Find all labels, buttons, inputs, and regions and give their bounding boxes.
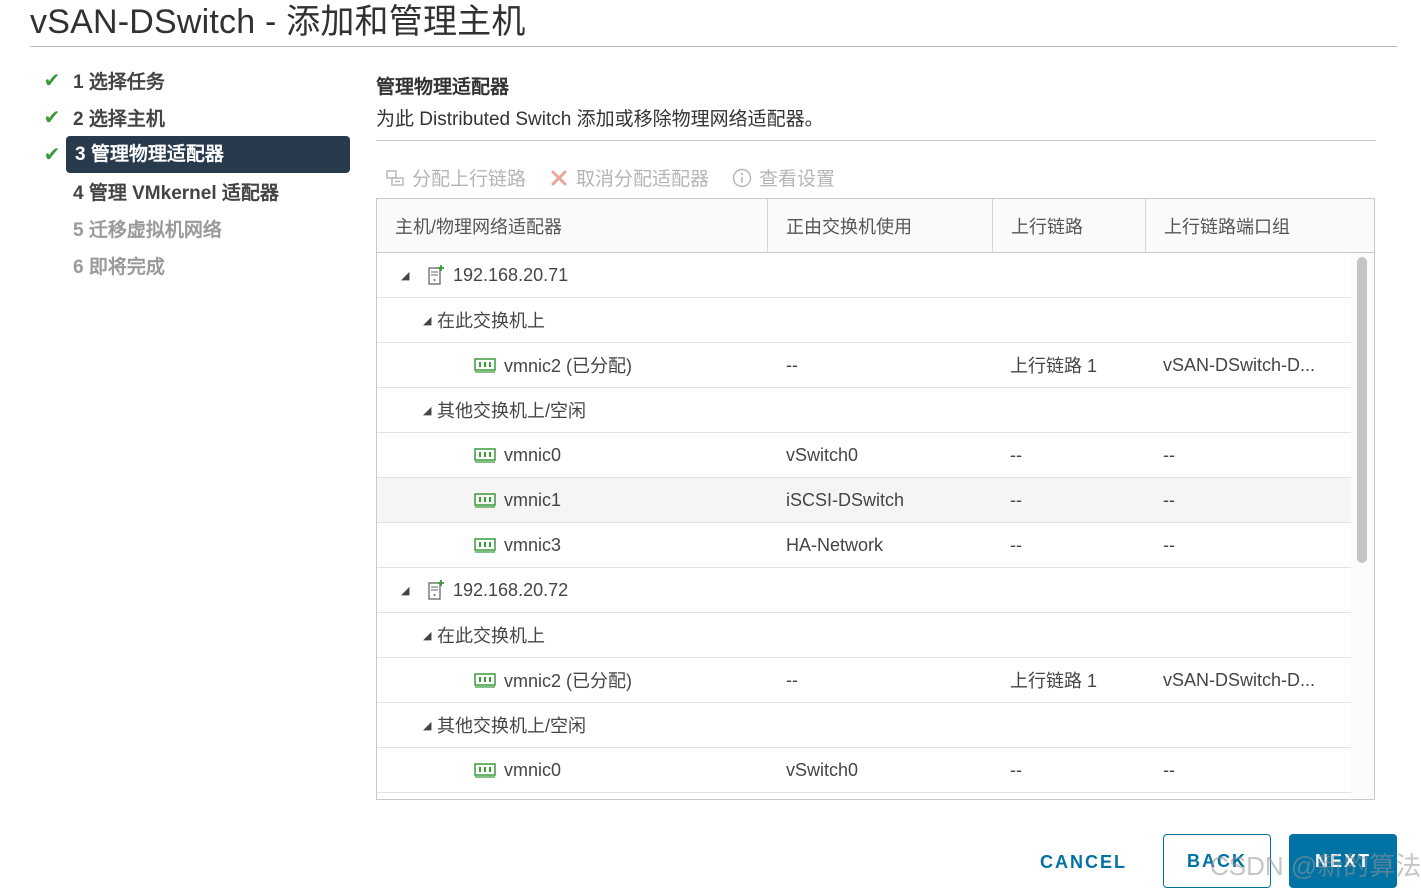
uplink: 上行链路 1 xyxy=(1010,671,1098,691)
group-name: 在此交换机上 xyxy=(437,626,545,646)
step-manage-vmkernel-adapters[interactable]: 4 管理 VMkernel 适配器 xyxy=(38,173,350,210)
adapter-row[interactable]: vmnic1 iSCSI-DSwitch -- -- xyxy=(377,478,1352,523)
adapters-grid: 主机/物理网络适配器 正由交换机使用 上行链路 上行链路端口组 ◢ 192.16… xyxy=(376,198,1375,800)
assign-uplink-icon xyxy=(384,167,406,189)
cancel-button[interactable]: CANCEL xyxy=(1040,852,1127,873)
step-label: 2 选择主机 xyxy=(73,109,165,130)
uplink: -- xyxy=(1010,444,1022,465)
step-manage-physical-adapters[interactable]: ✔ 3 管理物理适配器 xyxy=(38,136,350,173)
in-use-by-switch: vSwitch0 xyxy=(786,444,859,465)
collapse-caret-icon[interactable]: ◢ xyxy=(401,584,415,597)
uplink-portgroup: -- xyxy=(1163,759,1175,780)
step-select-hosts[interactable]: ✔ 2 选择主机 xyxy=(38,99,350,136)
in-use-by-switch: -- xyxy=(786,669,798,690)
adapter-toolbar: 分配上行链路 取消分配适配器 查看设置 xyxy=(384,164,857,191)
in-use-by-switch: HA-Network xyxy=(786,534,884,555)
assign-uplink-button[interactable]: 分配上行链路 xyxy=(384,164,526,191)
uplink-portgroup: -- xyxy=(1163,534,1175,555)
host-server-icon xyxy=(427,264,447,286)
adapter-name: vmnic1 xyxy=(504,489,562,510)
view-settings-button[interactable]: 查看设置 xyxy=(731,164,835,191)
assign-uplink-label: 分配上行链路 xyxy=(412,169,527,190)
group-row[interactable]: ◢ 其他交换机上/空闲 xyxy=(377,388,1352,433)
panel-description: 为此 Distributed Switch 添加或移除物理网络适配器。 xyxy=(376,109,824,130)
grid-rows: ◢ 192.168.20.71 ◢ 在此交换机上 vmnic2 (已分配) --… xyxy=(377,253,1352,793)
unassign-x-icon xyxy=(548,167,570,189)
collapse-caret-icon[interactable]: ◢ xyxy=(423,314,437,327)
watermark: CSDN @新的算法 xyxy=(1210,851,1421,881)
step-label: 6 即将完成 xyxy=(73,257,165,278)
adapter-name: vmnic3 xyxy=(504,534,562,555)
step-label: 1 选择任务 xyxy=(73,72,165,93)
wizard-footer: CANCEL BACK NEXT xyxy=(0,834,1421,890)
group-row[interactable]: ◢ 其他交换机上/空闲 xyxy=(377,703,1352,748)
unassign-adapter-label: 取消分配适配器 xyxy=(576,169,710,190)
host-row[interactable]: ◢ 192.168.20.72 xyxy=(377,568,1352,613)
step-label: 5 迁移虚拟机网络 xyxy=(73,220,222,241)
adapter-row[interactable]: vmnic3 HA-Network -- -- xyxy=(377,523,1352,568)
title-divider xyxy=(30,46,1397,47)
group-name: 在此交换机上 xyxy=(437,311,545,331)
adapter-row[interactable]: vmnic0 vSwitch0 -- -- xyxy=(377,748,1352,793)
checkmark-icon: ✔ xyxy=(43,144,61,166)
step-migrate-vm-networking: 5 迁移虚拟机网络 xyxy=(38,210,350,247)
collapse-caret-icon[interactable]: ◢ xyxy=(423,719,437,732)
adapter-name: vmnic0 xyxy=(504,444,562,465)
host-row[interactable]: ◢ 192.168.20.71 xyxy=(377,253,1352,298)
adapter-name: vmnic2 (已分配) xyxy=(504,671,633,691)
in-use-by-switch: iSCSI-DSwitch xyxy=(786,489,905,510)
grid-header: 主机/物理网络适配器 正由交换机使用 上行链路 上行链路端口组 xyxy=(377,199,1374,253)
network-adapter-icon xyxy=(474,672,496,688)
host-name: 192.168.20.72 xyxy=(453,579,569,600)
column-header-host-adapter[interactable]: 主机/物理网络适配器 xyxy=(377,199,768,252)
uplink-portgroup: -- xyxy=(1163,489,1175,510)
checkmark-icon: ✔ xyxy=(43,107,61,129)
checkmark-icon: ✔ xyxy=(43,70,61,92)
panel-divider xyxy=(376,140,1376,141)
adapter-name: vmnic2 (已分配) xyxy=(504,356,633,376)
dialog-title: vSAN-DSwitch - 添加和管理主机 xyxy=(30,3,526,41)
group-name: 其他交换机上/空闲 xyxy=(437,716,587,736)
adapter-row[interactable]: vmnic2 (已分配) -- 上行链路 1 vSAN-DSwitch-D... xyxy=(377,343,1352,388)
in-use-by-switch: -- xyxy=(786,354,798,375)
column-header-uplink-portgroup[interactable]: 上行链路端口组 xyxy=(1146,199,1374,252)
adapter-name: vmnic0 xyxy=(504,759,562,780)
uplink-portgroup: vSAN-DSwitch-D... xyxy=(1163,669,1316,690)
step-ready-to-complete: 6 即将完成 xyxy=(38,247,350,284)
step-label: 3 管理物理适配器 xyxy=(66,136,350,173)
network-adapter-icon xyxy=(474,492,496,508)
network-adapter-icon xyxy=(474,447,496,463)
network-adapter-icon xyxy=(474,762,496,778)
wizard-steps: ✔ 1 选择任务 ✔ 2 选择主机 ✔ 3 管理物理适配器 4 管理 VMker… xyxy=(38,62,350,284)
step-select-task[interactable]: ✔ 1 选择任务 xyxy=(38,62,350,99)
adapter-row[interactable]: vmnic2 (已分配) -- 上行链路 1 vSAN-DSwitch-D... xyxy=(377,658,1352,703)
scrollbar-thumb[interactable] xyxy=(1357,257,1367,563)
info-icon xyxy=(731,167,753,189)
group-row[interactable]: ◢ 在此交换机上 xyxy=(377,613,1352,658)
column-header-uplink[interactable]: 上行链路 xyxy=(993,199,1146,252)
uplink: -- xyxy=(1010,759,1022,780)
in-use-by-switch: vSwitch0 xyxy=(786,759,859,780)
collapse-caret-icon[interactable]: ◢ xyxy=(423,629,437,642)
step-label: 4 管理 VMkernel 适配器 xyxy=(73,183,279,204)
uplink-portgroup: -- xyxy=(1163,444,1175,465)
uplink: -- xyxy=(1010,489,1022,510)
uplink-portgroup: vSAN-DSwitch-D... xyxy=(1163,354,1316,375)
column-header-in-use-by-switch[interactable]: 正由交换机使用 xyxy=(768,199,993,252)
uplink: -- xyxy=(1010,534,1022,555)
adapter-row[interactable]: vmnic0 vSwitch0 -- -- xyxy=(377,433,1352,478)
collapse-caret-icon[interactable]: ◢ xyxy=(423,404,437,417)
group-name: 其他交换机上/空闲 xyxy=(437,401,587,421)
network-adapter-icon xyxy=(474,357,496,373)
grid-scrollbar[interactable] xyxy=(1351,253,1373,799)
uplink: 上行链路 1 xyxy=(1010,356,1098,376)
group-row[interactable]: ◢ 在此交换机上 xyxy=(377,298,1352,343)
view-settings-label: 查看设置 xyxy=(759,169,836,190)
collapse-caret-icon[interactable]: ◢ xyxy=(401,269,415,282)
host-server-icon xyxy=(427,579,447,601)
network-adapter-icon xyxy=(474,537,496,553)
unassign-adapter-button[interactable]: 取消分配适配器 xyxy=(548,164,709,191)
panel-title: 管理物理适配器 xyxy=(376,77,510,98)
host-name: 192.168.20.71 xyxy=(453,264,569,285)
